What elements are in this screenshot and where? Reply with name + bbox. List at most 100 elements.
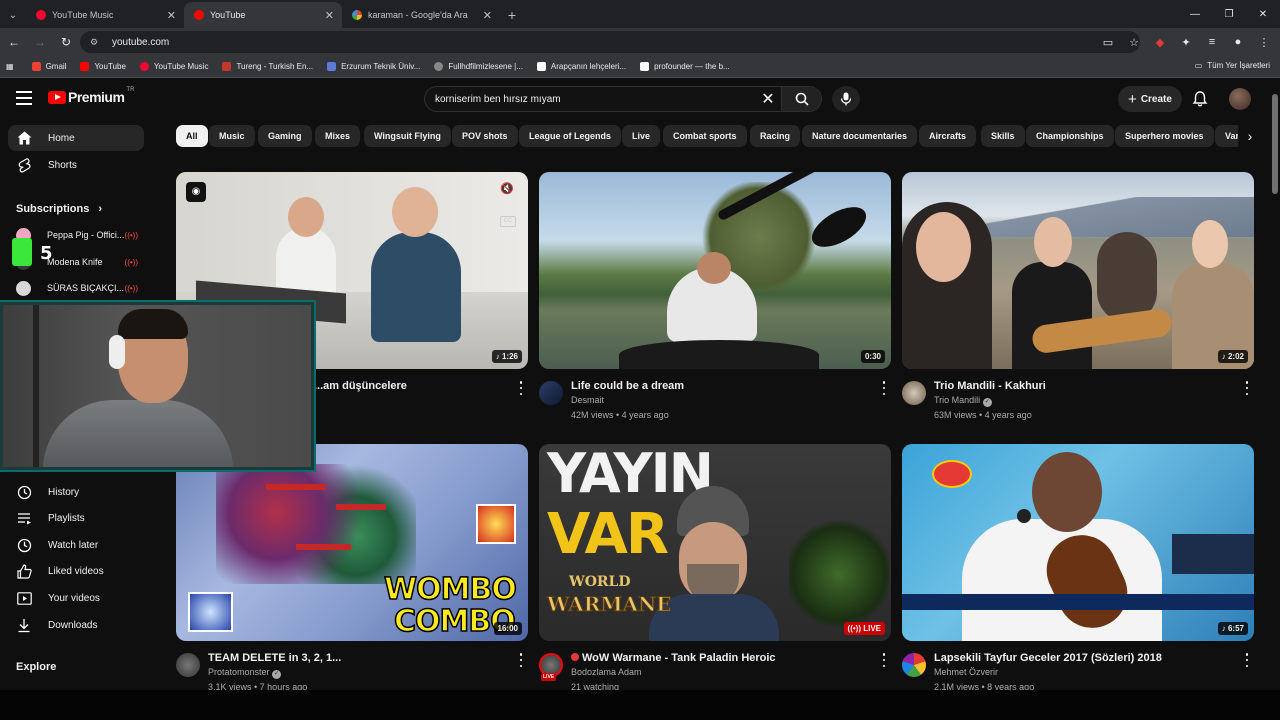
all-bookmarks[interactable]: ▭ Tüm Yer İşaretleri xyxy=(1195,61,1270,70)
forward-arrow-icon[interactable]: → xyxy=(28,30,52,54)
chip-skills[interactable]: Skills xyxy=(981,125,1025,147)
profile-icon[interactable]: ● xyxy=(1228,32,1248,52)
video-options-kebab-icon[interactable] xyxy=(881,653,887,667)
chip-pov-shots[interactable]: POV shots xyxy=(452,125,518,147)
chip-music[interactable]: Music xyxy=(209,125,255,147)
sidebar-item-playlists[interactable]: Playlists xyxy=(8,505,144,531)
tab-search-icon[interactable]: ⌄ xyxy=(0,2,26,28)
chip-superhero-movies[interactable]: Superhero movies xyxy=(1115,125,1214,147)
subscriptions-heading[interactable]: Subscriptions › xyxy=(16,203,102,215)
sidebar-item-shorts[interactable]: Shorts xyxy=(8,152,144,178)
chips-next-chevron-icon[interactable]: › xyxy=(1238,125,1262,147)
video-card[interactable]: WOMBO COMBO 16:00 TEAM DELETE in 3, 2, 1… xyxy=(176,444,528,692)
browser-tab-youtube-music[interactable]: YouTube Music ✕ xyxy=(26,2,184,28)
search-button[interactable] xyxy=(781,87,821,111)
bookmark-fullhdfilm[interactable]: Fullhdfilmizlesene |... xyxy=(434,62,523,71)
close-tab-icon[interactable]: ✕ xyxy=(483,9,492,22)
channel-name[interactable]: Protatomonster ✓ xyxy=(208,667,282,679)
apps-grid-icon[interactable]: ▦ xyxy=(6,62,14,71)
media-queue-icon[interactable]: ≡ xyxy=(1202,32,1222,52)
video-options-kebab-icon[interactable] xyxy=(518,653,524,667)
chip-aircrafts[interactable]: Aircrafts xyxy=(919,125,977,147)
bookmark-gmail[interactable]: Gmail xyxy=(31,62,66,71)
search-input[interactable]: korniserim ben hırsız mıyam xyxy=(425,94,755,105)
extensions-puzzle-icon[interactable]: ✦ xyxy=(1176,32,1196,52)
bookmark-star-icon[interactable]: ☆ xyxy=(1124,32,1144,52)
channel-name[interactable]: Desmait xyxy=(571,395,604,405)
bookmark-profounder[interactable]: profounder — the b... xyxy=(640,62,730,71)
reload-icon[interactable]: ↻ xyxy=(54,30,78,54)
channel-name[interactable]: Bodozlama Adam xyxy=(571,667,642,677)
channel-avatar[interactable] xyxy=(539,381,563,405)
video-card[interactable]: ♪ 6:57 Lapsekili Tayfur Geceler 2017 (Sö… xyxy=(902,444,1254,692)
minimize-icon[interactable]: — xyxy=(1178,0,1212,28)
channel-avatar[interactable] xyxy=(902,653,926,677)
video-options-kebab-icon[interactable] xyxy=(1244,653,1250,667)
back-arrow-icon[interactable]: ← xyxy=(2,30,26,54)
bookmark-wikipedia[interactable]: Arapçanın lehçeleri... xyxy=(536,62,626,71)
bookmark-youtube-music[interactable]: YouTube Music xyxy=(139,62,208,71)
site-info-icon[interactable]: ⚙ xyxy=(90,37,102,47)
mute-icon[interactable]: 🔇 xyxy=(500,182,514,195)
chip-all[interactable]: All xyxy=(176,125,208,147)
subscription-suras-bicakci[interactable]: SÜRAS BIÇAKÇI... ((•)) xyxy=(8,277,144,299)
video-thumbnail[interactable]: YAYIN VAR WORLD WARMANE ((•)) LIVE xyxy=(539,444,891,641)
clear-search-icon[interactable]: ✕ xyxy=(755,89,781,109)
chip-league-of-legends[interactable]: League of Legends xyxy=(519,125,622,147)
chip-mixes[interactable]: Mixes xyxy=(315,125,361,147)
video-card[interactable]: YAYIN VAR WORLD WARMANE ((•)) LIVE LIVE … xyxy=(539,444,891,692)
chip-live[interactable]: Live xyxy=(622,125,661,147)
scrollbar-thumb[interactable] xyxy=(1272,94,1278,194)
sidebar-item-watch-later[interactable]: Watch later xyxy=(8,532,144,558)
cast-icon[interactable]: ▭ xyxy=(1098,32,1118,52)
chip-combat-sports[interactable]: Combat sports xyxy=(663,125,747,147)
video-title[interactable]: Life could be a dream xyxy=(571,379,871,393)
close-window-icon[interactable]: ✕ xyxy=(1246,0,1280,28)
video-options-kebab-icon[interactable] xyxy=(518,381,524,395)
chip-championships[interactable]: Championships xyxy=(1026,125,1114,147)
video-title[interactable]: TEAM DELETE in 3, 2, 1... xyxy=(208,651,508,665)
browser-menu-icon[interactable]: ⋮ xyxy=(1254,32,1274,52)
video-thumbnail[interactable]: WOMBO COMBO 16:00 xyxy=(176,444,528,641)
restore-icon[interactable]: ❐ xyxy=(1212,0,1246,28)
chip-nature-documentaries[interactable]: Nature documentaries xyxy=(802,125,918,147)
video-thumbnail[interactable]: 0:30 xyxy=(539,172,891,369)
close-tab-icon[interactable]: ✕ xyxy=(325,9,334,22)
captions-icon[interactable]: CC xyxy=(500,216,516,227)
sidebar-item-your-videos[interactable]: Your videos xyxy=(8,585,144,611)
video-title[interactable]: Trio Mandili - Kakhuri xyxy=(934,379,1234,393)
chip-gaming[interactable]: Gaming xyxy=(258,125,312,147)
hamburger-menu-icon[interactable] xyxy=(16,91,32,105)
video-title[interactable]: Lapsekili Tayfur Geceler 2017 (Sözleri) … xyxy=(934,651,1234,665)
sidebar-item-history[interactable]: History xyxy=(8,479,144,505)
create-button[interactable]: + Create xyxy=(1118,86,1182,112)
channel-name[interactable]: Mehmet Özverir xyxy=(934,667,998,677)
sidebar-item-downloads[interactable]: Downloads xyxy=(8,612,144,638)
video-title[interactable]: WoW Warmane - Tank Paladin Heroic xyxy=(571,651,871,665)
extension-icon[interactable]: ◆ xyxy=(1150,32,1170,52)
video-card[interactable]: ♪ 2:02 Trio Mandili - Kakhuri Trio Mandi… xyxy=(902,172,1254,434)
video-thumbnail[interactable]: ♪ 2:02 xyxy=(902,172,1254,369)
video-options-kebab-icon[interactable] xyxy=(1244,381,1250,395)
new-tab-icon[interactable]: + xyxy=(500,2,524,28)
close-tab-icon[interactable]: ✕ xyxy=(167,9,176,22)
bookmark-tureng[interactable]: Tureng - Turkish En... xyxy=(222,62,313,71)
youtube-premium-logo[interactable]: Premium TR xyxy=(48,87,134,105)
channel-avatar[interactable] xyxy=(902,381,926,405)
video-card[interactable]: 0:30 Life could be a dream Desmait 42M v… xyxy=(539,172,891,434)
notifications-bell-icon[interactable] xyxy=(1190,89,1210,109)
voice-search-button[interactable] xyxy=(832,86,860,112)
page-scrollbar[interactable] xyxy=(1270,80,1280,690)
address-bar[interactable]: ⚙ youtube.com xyxy=(80,31,1140,53)
sidebar-item-liked-videos[interactable]: Liked videos xyxy=(8,558,144,584)
channel-name[interactable]: Trio Mandili ✓ xyxy=(934,395,992,407)
browser-tab-youtube[interactable]: YouTube ✕ xyxy=(184,2,342,28)
channel-avatar[interactable] xyxy=(176,653,200,677)
sidebar-item-home[interactable]: Home xyxy=(8,125,144,151)
bookmark-erzurum[interactable]: Erzurum Teknik Üniv... xyxy=(327,62,420,71)
browser-tab-google[interactable]: karaman - Google'da Ara ✕ xyxy=(342,2,500,28)
video-options-kebab-icon[interactable] xyxy=(881,381,887,395)
bookmark-youtube[interactable]: YouTube xyxy=(80,62,126,71)
video-thumbnail[interactable]: ♪ 6:57 xyxy=(902,444,1254,641)
account-avatar[interactable] xyxy=(1229,88,1251,110)
